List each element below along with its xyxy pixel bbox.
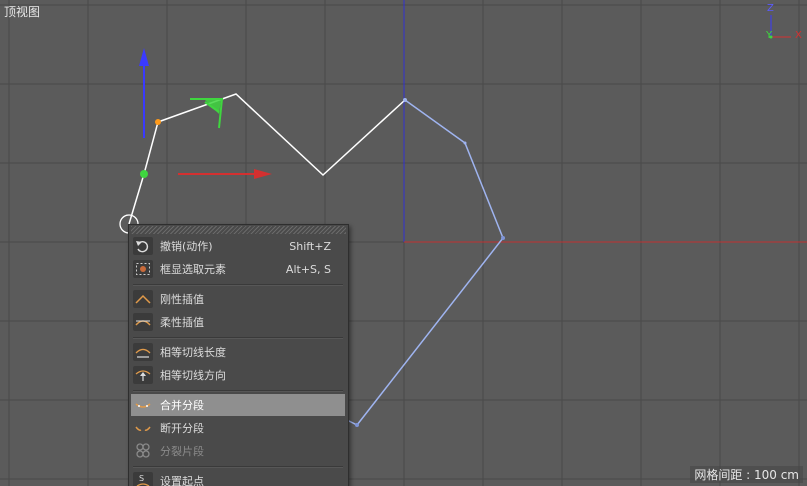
menu-separator	[133, 337, 343, 339]
set-first-point-icon: S	[133, 472, 153, 486]
menu-separator	[133, 390, 343, 392]
undo-icon	[133, 237, 153, 255]
menu-separator	[133, 466, 343, 468]
spline-point-orange[interactable]	[155, 119, 161, 125]
hard-interpolation-icon	[133, 290, 153, 308]
menu-item-label: 框显选取元素	[160, 263, 226, 276]
viewport-canvas[interactable]	[0, 0, 807, 486]
explode-segments-icon	[133, 442, 153, 460]
soft-interpolation-icon	[133, 313, 153, 331]
equal-tangent-direction-icon	[133, 366, 153, 384]
tangent-handle-fill	[205, 100, 221, 114]
menu-item-shortcut: Shift+Z	[289, 239, 331, 253]
top-viewport[interactable]: 顶视图 Z Y X 网格间距 : 100 cm 撤销(动作) Shift+Z 框…	[0, 0, 807, 486]
gizmo-x-arrow[interactable]	[254, 169, 272, 179]
view-axis-y-label: Y	[766, 30, 773, 41]
spline-segment-selected[interactable]	[128, 93, 406, 225]
break-segment-icon	[133, 419, 153, 437]
menu-item-label: 撤销(动作)	[160, 240, 213, 253]
menu-item-label: 合并分段	[160, 399, 204, 412]
frame-selected-icon	[133, 260, 153, 278]
spline-point[interactable]	[355, 423, 359, 427]
view-axis-x-label: X	[795, 30, 802, 41]
menu-item-label: 相等切线长度	[160, 346, 226, 359]
menu-item-label: 刚性插值	[160, 293, 204, 306]
menu-item-label: 柔性插值	[160, 316, 204, 329]
menu-item-label: 断开分段	[160, 422, 204, 435]
menu-item-break-segment[interactable]: 断开分段	[131, 417, 345, 439]
spline-point[interactable]	[501, 236, 505, 240]
context-menu[interactable]: 撤销(动作) Shift+Z 框显选取元素 Alt+S, S 刚性插值 柔性插值	[128, 224, 349, 486]
grid-spacing-label: 网格间距 : 100 cm	[690, 466, 803, 483]
menu-item-label: 设置起点	[160, 475, 204, 486]
menu-separator	[133, 284, 343, 286]
menu-item-hard-interpolation[interactable]: 刚性插值	[131, 288, 345, 310]
menu-item-undo-action[interactable]: 撤销(动作) Shift+Z	[131, 235, 345, 257]
svg-text:S: S	[139, 474, 144, 483]
gizmo-z-arrow[interactable]	[139, 48, 149, 66]
view-axis-z-label: Z	[767, 3, 774, 14]
menu-item-shortcut: Alt+S, S	[285, 262, 331, 276]
spline-point[interactable]	[403, 98, 407, 102]
view-orientation-axes	[769, 15, 791, 39]
equal-tangent-length-icon	[133, 343, 153, 361]
viewport-title: 顶视图	[4, 5, 41, 19]
menu-item-frame-selected[interactable]: 框显选取元素 Alt+S, S	[131, 258, 345, 280]
menu-item-equal-tangent-direction[interactable]: 相等切线方向	[131, 364, 345, 386]
menu-item-equal-tangent-length[interactable]: 相等切线长度	[131, 341, 345, 363]
spline-point[interactable]	[463, 141, 467, 145]
menu-item-soft-interpolation[interactable]: 柔性插值	[131, 311, 345, 333]
menu-item-label: 分裂片段	[160, 445, 204, 458]
spline-segment-unselected[interactable]	[346, 99, 504, 426]
spline-point-selected[interactable]	[140, 170, 148, 178]
menu-tear-off-handle[interactable]	[131, 226, 346, 234]
menu-item-set-first-point[interactable]: S 设置起点	[131, 470, 345, 486]
menu-item-explode-segments[interactable]: 分裂片段	[131, 440, 345, 462]
menu-item-join-segment[interactable]: 合并分段	[131, 394, 345, 416]
menu-item-label: 相等切线方向	[160, 369, 226, 382]
join-segment-icon	[133, 396, 153, 414]
